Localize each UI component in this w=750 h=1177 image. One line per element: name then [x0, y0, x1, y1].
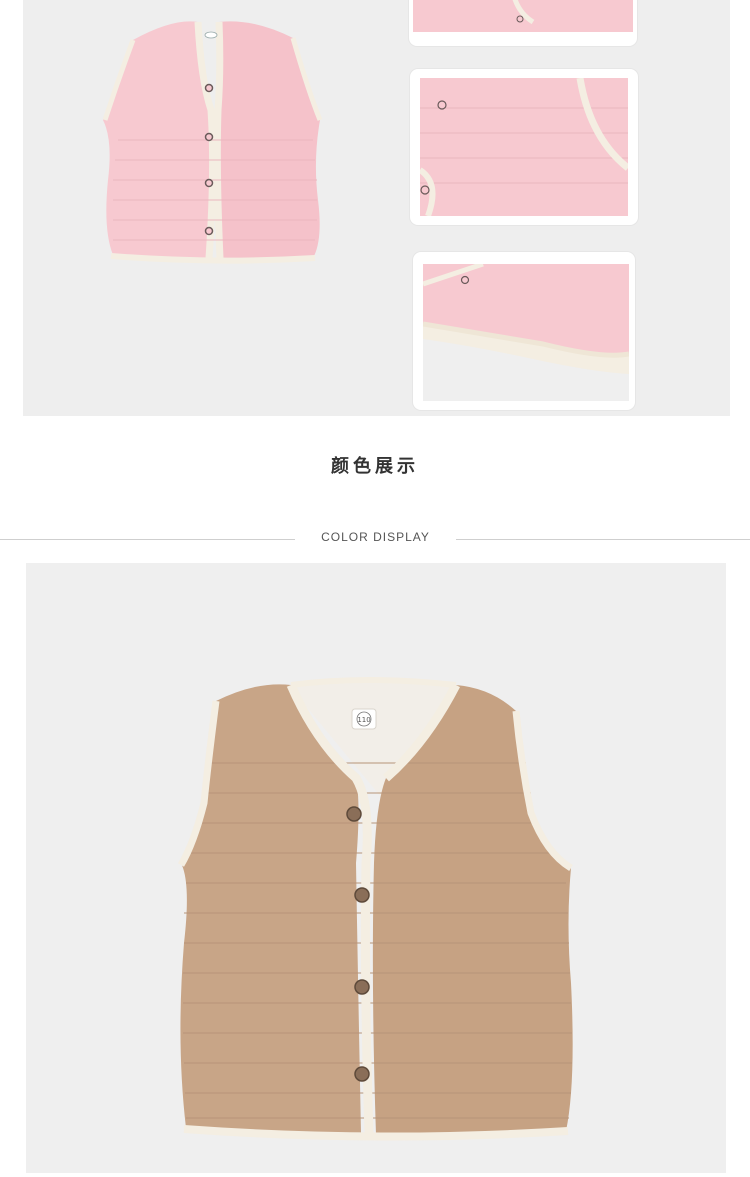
brown-vest-panel: 110	[26, 563, 726, 1173]
pink-vest-thumbnail-2[interactable]	[410, 69, 638, 225]
pink-vest-thumbnail-1[interactable]	[409, 0, 637, 46]
section-title: 颜色展示	[331, 456, 419, 477]
divider-right	[456, 539, 750, 540]
brown-vest-image: 110	[177, 677, 573, 1141]
size-tag-text: 110	[357, 716, 370, 724]
pink-vest-panel	[23, 0, 730, 416]
pink-vest-lining-detail	[423, 264, 629, 401]
pink-vest-armhole-detail	[420, 78, 628, 216]
divider-left	[0, 539, 295, 540]
pink-vest-hem-detail	[413, 0, 633, 32]
pink-vest-thumbnail-3[interactable]	[413, 252, 635, 410]
section-subtitle: COLOR DISPLAY	[321, 530, 430, 544]
